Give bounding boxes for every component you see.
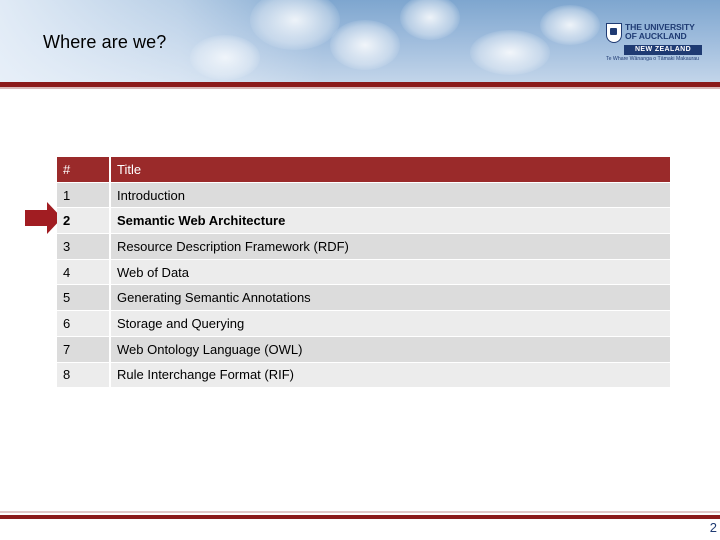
header-banner: Where are we? THE UNIVERSITY OF AUCKLAND… bbox=[0, 0, 720, 84]
table-row: 8 Rule Interchange Format (RIF) bbox=[57, 362, 670, 389]
row-num: 5 bbox=[57, 285, 111, 312]
university-crest-icon bbox=[606, 23, 622, 43]
row-num: 1 bbox=[57, 182, 111, 209]
row-title: Generating Semantic Annotations bbox=[111, 285, 670, 312]
table-row: 7 Web Ontology Language (OWL) bbox=[57, 336, 670, 363]
row-title: Rule Interchange Format (RIF) bbox=[111, 362, 670, 389]
slide-title: Where are we? bbox=[43, 32, 167, 52]
logo-country: NEW ZEALAND bbox=[624, 45, 702, 55]
row-num: 3 bbox=[57, 234, 111, 260]
row-num: 7 bbox=[57, 336, 111, 363]
row-title: Storage and Querying bbox=[111, 311, 670, 337]
table-row: 1 Introduction bbox=[57, 182, 670, 209]
table-row: 3 Resource Description Framework (RDF) bbox=[57, 234, 670, 260]
table-row-current: 2 Semantic Web Architecture bbox=[57, 208, 670, 235]
header-num: # bbox=[57, 157, 111, 183]
slide: Where are we? THE UNIVERSITY OF AUCKLAND… bbox=[0, 0, 720, 540]
row-num: 2 bbox=[57, 208, 111, 235]
table-row: 5 Generating Semantic Annotations bbox=[57, 285, 670, 312]
row-title: Web Ontology Language (OWL) bbox=[111, 336, 670, 363]
footer-rule bbox=[0, 515, 720, 519]
footer-rule-light bbox=[0, 511, 720, 513]
agenda-table: # Title 1 Introduction 2 Semantic Web Ar… bbox=[57, 157, 670, 389]
row-num: 6 bbox=[57, 311, 111, 337]
row-title: Introduction bbox=[111, 182, 670, 209]
table-header-row: # Title bbox=[57, 157, 670, 183]
header-rule-light bbox=[0, 87, 720, 89]
page-number: 2 bbox=[709, 520, 717, 535]
table-row: 4 Web of Data bbox=[57, 259, 670, 286]
row-num: 4 bbox=[57, 259, 111, 286]
university-logo: THE UNIVERSITY OF AUCKLAND NEW ZEALAND T… bbox=[606, 23, 702, 65]
row-title: Semantic Web Architecture bbox=[111, 208, 670, 235]
row-num: 8 bbox=[57, 362, 111, 389]
header-title: Title bbox=[111, 157, 670, 183]
table-row: 6 Storage and Querying bbox=[57, 311, 670, 337]
logo-motto: Te Whare Wānanga o Tāmaki Makaurau bbox=[606, 56, 700, 62]
logo-name: THE UNIVERSITY OF AUCKLAND bbox=[625, 22, 695, 41]
row-title: Web of Data bbox=[111, 259, 670, 286]
row-title: Resource Description Framework (RDF) bbox=[111, 234, 670, 260]
